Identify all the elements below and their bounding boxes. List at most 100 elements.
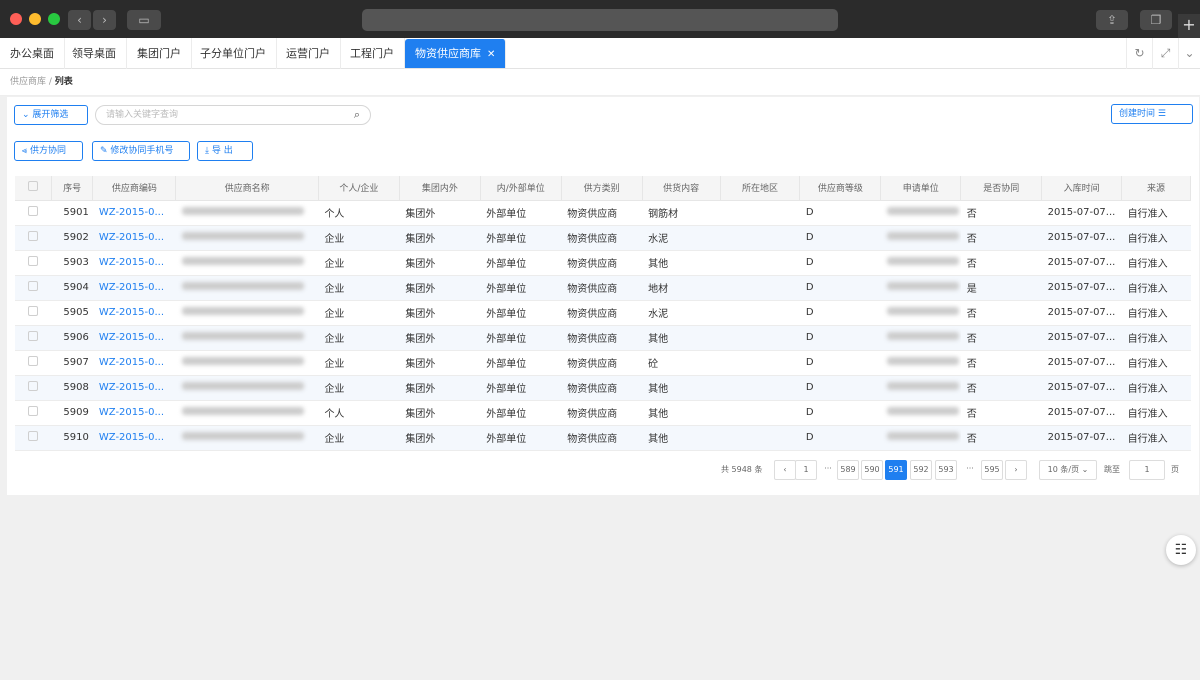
- checkbox-box: [28, 306, 39, 316]
- goto-page-input[interactable]: 1: [1129, 460, 1165, 480]
- breadcrumb-parent[interactable]: 供应商库: [10, 77, 46, 87]
- share-icon[interactable]: ⇪: [1096, 10, 1128, 30]
- cell-code[interactable]: WZ-2015-0...: [92, 300, 176, 326]
- row-checkbox[interactable]: [15, 300, 52, 326]
- page-button[interactable]: 1: [795, 460, 817, 480]
- tab-operations-portal[interactable]: 运营门户: [276, 38, 341, 69]
- cell-group: 集团外: [399, 425, 481, 451]
- table-row[interactable]: 5902 WZ-2015-0... 企业 集团外 外部单位 物资供应商 水泥 D 否 2015-0…: [15, 225, 1191, 251]
- forward-icon[interactable]: ›: [93, 10, 116, 30]
- column-header[interactable]: 来源: [1121, 176, 1191, 201]
- cell-code[interactable]: WZ-2015-0...: [92, 375, 176, 401]
- column-header[interactable]: 申请单位: [880, 176, 962, 201]
- column-header[interactable]: 所在地区: [720, 176, 801, 201]
- search-input[interactable]: 请输入关键字查询 ⌕: [95, 105, 371, 125]
- row-checkbox[interactable]: [15, 325, 52, 351]
- tabs-overview-icon[interactable]: ❐: [1140, 10, 1172, 30]
- column-header[interactable]: 内/外部单位: [480, 176, 562, 201]
- table-row[interactable]: 5905 WZ-2015-0... 企业 集团外 外部单位 物资供应商 水泥 D 否 2015-0…: [15, 300, 1191, 326]
- table-row[interactable]: 5907 WZ-2015-0... 企业 集团外 外部单位 物资供应商砼 D 否 2015-07…: [15, 350, 1191, 376]
- column-header[interactable]: 供应商等级: [799, 176, 882, 201]
- table-row[interactable]: 5904 WZ-2015-0... 企业 集团外 外部单位 物资供应商 地材 D 是 2015-0…: [15, 275, 1191, 301]
- tab-subunit-portal[interactable]: 子分单位门户: [190, 38, 277, 69]
- minimize-window-icon[interactable]: [29, 13, 41, 25]
- cell-source: 自行准入: [1121, 375, 1191, 401]
- column-header[interactable]: 个人/企业: [318, 176, 400, 201]
- tab-engineering-portal[interactable]: 工程门户: [340, 38, 405, 69]
- chevron-down-icon[interactable]: ⌄: [1178, 38, 1200, 69]
- breadcrumb-current: 列表: [54, 77, 73, 87]
- page-button[interactable]: 593: [935, 460, 957, 480]
- cell-code[interactable]: WZ-2015-0...: [92, 275, 176, 301]
- close-tab-icon[interactable]: ✕: [487, 49, 495, 60]
- pagination-ellipsis[interactable]: ···: [959, 460, 981, 480]
- cell-code[interactable]: WZ-2015-0...: [92, 425, 176, 451]
- export-button[interactable]: ⤓ 导 出: [197, 141, 253, 161]
- tab-leader-desktop[interactable]: 领导桌面: [62, 38, 127, 69]
- pagination-ellipsis[interactable]: ···: [817, 460, 839, 480]
- cell-group: 集团外: [399, 275, 481, 301]
- maximize-window-icon[interactable]: [48, 13, 60, 25]
- table-row[interactable]: 5903 WZ-2015-0... 企业 集团外 外部单位 物资供应商 其他 D 否 2015-0…: [15, 250, 1191, 276]
- cell-region: [720, 375, 800, 401]
- expand-filter-button[interactable]: ⌄ 展开筛选: [14, 105, 88, 125]
- search-icon[interactable]: ⌕: [354, 106, 360, 124]
- row-checkbox[interactable]: [15, 225, 52, 251]
- cell-code[interactable]: WZ-2015-0...: [92, 200, 176, 226]
- sort-by-create-time-button[interactable]: 创建时间 ☰: [1111, 104, 1193, 124]
- cell-no: 5907: [51, 350, 93, 376]
- fullscreen-icon[interactable]: ⤢: [1152, 38, 1178, 69]
- table-row[interactable]: 5910 WZ-2015-0... 企业 集团外 外部单位 物资供应商 其他 D 否 2015-0…: [15, 425, 1191, 451]
- column-header[interactable]: 供应商名称: [175, 176, 319, 201]
- page-size-select[interactable]: 10 条/页 ⌄: [1039, 460, 1097, 480]
- table-row[interactable]: 5906 WZ-2015-0... 企业 集团外 外部单位 物资供应商 其他 D 否 2015-0…: [15, 325, 1191, 351]
- row-checkbox[interactable]: [15, 275, 52, 301]
- table-row[interactable]: 5901 WZ-2015-0... 个人 集团外 外部单位 物资供应商 钢筋材 D 否 2015-…: [15, 200, 1191, 226]
- refresh-icon[interactable]: ↻: [1126, 38, 1152, 69]
- tab-supplier-library[interactable]: 物资供应商库 ✕: [405, 39, 507, 68]
- column-header[interactable]: 供货内容: [642, 176, 721, 201]
- page-button[interactable]: 589: [837, 460, 859, 480]
- row-checkbox[interactable]: [15, 375, 52, 401]
- tab-office-desktop[interactable]: 办公桌面: [0, 38, 65, 69]
- page-button[interactable]: 595: [981, 460, 1003, 480]
- cell-group: 集团外: [399, 300, 481, 326]
- cell-no: 5902: [51, 225, 93, 251]
- cell-code[interactable]: WZ-2015-0...: [92, 350, 176, 376]
- cell-code[interactable]: WZ-2015-0...: [92, 400, 176, 426]
- settings-sliders-icon[interactable]: ☷: [1166, 535, 1196, 565]
- prev-page-icon[interactable]: ‹: [774, 460, 796, 480]
- new-tab-icon[interactable]: +: [1178, 14, 1200, 38]
- cell-date: 2015-07-07...: [1041, 275, 1122, 301]
- table-row[interactable]: 5909 WZ-2015-0... 个人 集团外 外部单位 物资供应商 其他 D 否 2015-0…: [15, 400, 1191, 426]
- cell-code[interactable]: WZ-2015-0...: [92, 225, 176, 251]
- close-window-icon[interactable]: [10, 13, 22, 25]
- row-checkbox[interactable]: [15, 350, 52, 376]
- page-size-label: 10 条/页: [1047, 465, 1080, 474]
- cell-code[interactable]: WZ-2015-0...: [92, 250, 176, 276]
- column-header[interactable]: 集团内外: [399, 176, 481, 201]
- edit-coop-phone-button[interactable]: ✎ 修改协同手机号: [92, 141, 190, 161]
- column-header[interactable]: 序号: [51, 176, 94, 201]
- page-button[interactable]: 592: [910, 460, 932, 480]
- row-checkbox[interactable]: [15, 200, 52, 226]
- supply-coop-button[interactable]: ⪡ 供方协同: [14, 141, 83, 161]
- column-header[interactable]: 是否协同: [960, 176, 1043, 201]
- cell-code[interactable]: WZ-2015-0...: [92, 325, 176, 351]
- column-header[interactable]: 供应商编码: [92, 176, 177, 201]
- row-checkbox[interactable]: [15, 425, 52, 451]
- address-bar[interactable]: [362, 9, 838, 31]
- row-checkbox[interactable]: [15, 250, 52, 276]
- next-page-icon[interactable]: ›: [1005, 460, 1027, 480]
- cell-level: D: [799, 350, 881, 376]
- column-header[interactable]: 供方类别: [561, 176, 643, 201]
- sidebar-toggle-icon[interactable]: ▭: [127, 10, 161, 30]
- column-header[interactable]: 入库时间: [1041, 176, 1123, 201]
- page-button[interactable]: 590: [861, 460, 883, 480]
- tab-group-portal[interactable]: 集团门户: [127, 38, 192, 69]
- table-row[interactable]: 5908 WZ-2015-0... 企业 集团外 外部单位 物资供应商 其他 D 否 2015-0…: [15, 375, 1191, 401]
- page-button-current[interactable]: 591: [885, 460, 907, 480]
- back-icon[interactable]: ‹: [68, 10, 91, 30]
- row-checkbox[interactable]: [15, 400, 52, 426]
- select-all-checkbox[interactable]: [15, 176, 52, 201]
